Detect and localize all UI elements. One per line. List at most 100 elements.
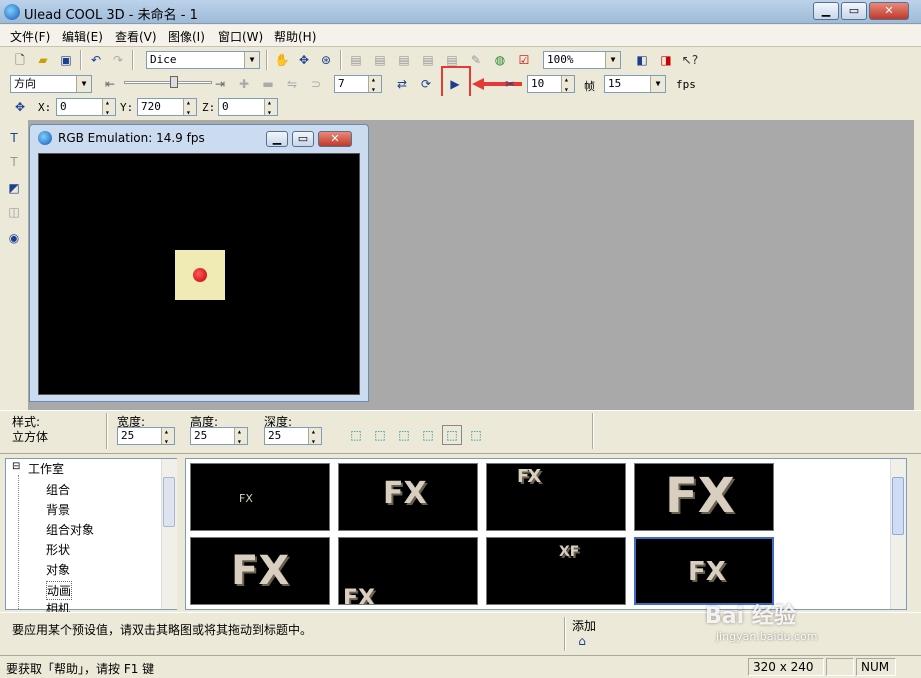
zoom-combo[interactable]: 100% ▼ (543, 51, 621, 69)
status-bar: 要获取「帮助」，请按 F1 键 320 x 240 NUM (0, 655, 921, 678)
depth-spinner[interactable]: 25 (264, 424, 322, 450)
thumb-label: FX (688, 557, 726, 587)
tree-root[interactable]: 工作室 (28, 460, 64, 477)
gallery-icon[interactable]: ◨ (656, 50, 676, 70)
minimize-button[interactable]: ▁ (813, 2, 839, 20)
cube-icon-2[interactable]: ⬚ (370, 425, 390, 445)
add-keyframe-icon[interactable]: ✚ (234, 74, 254, 94)
preset-thumb[interactable]: FX (634, 463, 774, 531)
rotate-spinner[interactable]: 7 (334, 72, 382, 98)
tree-item-group[interactable]: 组合 (46, 481, 70, 498)
direction-combo-value: 方向 (14, 77, 36, 90)
hand-icon[interactable]: ✋ (272, 50, 292, 70)
chevron-down-icon: ▼ (650, 76, 665, 92)
app-icon (4, 4, 20, 20)
menu-window[interactable]: 窗口(W) (218, 28, 263, 45)
preview-close-button[interactable]: ✕ (318, 131, 352, 147)
height-spinner[interactable]: 25 (190, 424, 248, 450)
frame-spinner[interactable]: 10 (527, 72, 575, 98)
gallery-scrollbar[interactable] (890, 459, 906, 609)
menu-edit[interactable]: 编辑(E) (62, 28, 103, 45)
first-frame-icon[interactable]: ⇤ (100, 74, 120, 94)
new-file-icon[interactable]: 🗋 (10, 50, 30, 70)
close-button[interactable]: ✕ (869, 2, 909, 20)
save-icon[interactable]: ▣ (56, 50, 76, 70)
tree-item-shape[interactable]: 形状 (46, 541, 70, 558)
x-spinner[interactable]: 0 (56, 95, 116, 121)
font-combo-value: Dice (150, 53, 177, 66)
stop-icon[interactable]: ✂ (500, 74, 520, 94)
loop-icon[interactable]: ⊃ (306, 74, 326, 94)
align-icon-4[interactable]: ▤ (418, 50, 438, 70)
render-canvas[interactable] (38, 153, 360, 395)
refresh-icon[interactable]: ⟳ (416, 74, 436, 94)
menu-view[interactable]: 查看(V) (115, 28, 157, 45)
tree-item-background[interactable]: 背景 (46, 501, 70, 518)
globe-icon[interactable]: ◍ (490, 50, 510, 70)
direction-combo[interactable]: 方向 ▼ (10, 75, 92, 93)
edit-graphic-icon[interactable]: ◫ (4, 202, 24, 222)
align-icon-2[interactable]: ▤ (370, 50, 390, 70)
cube-icon-3[interactable]: ⬚ (394, 425, 414, 445)
preset-thumb[interactable]: FX (190, 537, 330, 605)
move-icon[interactable]: ✥ (10, 97, 30, 117)
tree-item-group-object[interactable]: 组合对象 (46, 521, 94, 538)
title-bar: Ulead COOL 3D - 未命名 - 1 ▁ ▭ ✕ (0, 0, 921, 24)
edit-text-icon[interactable]: T (4, 152, 24, 172)
align-icon-3[interactable]: ▤ (394, 50, 414, 70)
tree-item-animation[interactable]: 动画 (46, 581, 73, 600)
geometry-icon[interactable]: ◉ (4, 228, 24, 248)
width-value: 25 (121, 429, 135, 442)
add-preset-icon[interactable]: ⌂ (572, 631, 592, 651)
chart-icon[interactable]: ☑ (514, 50, 534, 70)
chevron-down-icon: ▼ (76, 76, 91, 92)
style-value: 立方体 (12, 430, 49, 444)
repeat-icon[interactable]: ⇄ (392, 74, 412, 94)
move-object-icon[interactable]: ✥ (294, 50, 314, 70)
preview-minimize-button[interactable]: ▁ (266, 131, 288, 147)
font-combo[interactable]: Dice ▼ (146, 51, 260, 69)
plugin-icon[interactable]: ◧ (632, 50, 652, 70)
fps-value: 15 (608, 77, 622, 90)
tree-collapse-icon[interactable]: ⊟ (12, 461, 20, 472)
timeline-slider[interactable] (124, 81, 212, 84)
menu-file[interactable]: 文件(F) (10, 28, 50, 45)
preview-maximize-button[interactable]: ▭ (292, 131, 314, 147)
tree-item-object[interactable]: 对象 (46, 561, 70, 578)
align-icon-1[interactable]: ▤ (346, 50, 366, 70)
cube-icon-1[interactable]: ⬚ (346, 425, 366, 445)
menu-help[interactable]: 帮助(H) (274, 28, 316, 45)
y-spinner[interactable]: 720 (137, 95, 197, 121)
maximize-button[interactable]: ▭ (841, 2, 867, 20)
preset-thumb[interactable]: FX (486, 463, 626, 531)
preset-thumb[interactable]: XF (486, 537, 626, 605)
preset-thumb-selected[interactable]: FX (634, 537, 774, 605)
x-value: 0 (60, 100, 67, 113)
cube-icon-4[interactable]: ⬚ (418, 425, 438, 445)
reverse-icon[interactable]: ⇋ (282, 74, 302, 94)
menu-image[interactable]: 图像(I) (168, 28, 205, 45)
remove-keyframe-icon[interactable]: ▬ (258, 74, 278, 94)
last-frame-icon[interactable]: ⇥ (210, 74, 230, 94)
open-folder-icon[interactable]: ▰ (33, 50, 53, 70)
preset-thumb[interactable]: FX (338, 537, 478, 605)
preset-thumb[interactable]: FX (190, 463, 330, 531)
cube-icon-5[interactable]: ⬚ (442, 425, 462, 445)
redo-icon[interactable]: ↷ (108, 50, 128, 70)
width-spinner[interactable]: 25 (117, 424, 175, 450)
tree-scrollbar[interactable] (161, 459, 177, 609)
dice-object[interactable] (175, 250, 225, 300)
cube-icon-6[interactable]: ⬚ (466, 425, 486, 445)
insert-text-icon[interactable]: T (4, 128, 24, 148)
fps-combo[interactable]: 15 ▼ (604, 75, 666, 93)
z-spinner[interactable]: 0 (218, 95, 278, 121)
thumb-label: FX (343, 586, 375, 605)
timeline-slider-thumb[interactable] (170, 76, 178, 88)
preset-thumb[interactable]: FX (338, 463, 478, 531)
dice-dot (193, 268, 207, 282)
rotate-value: 7 (338, 77, 345, 90)
insert-graphic-icon[interactable]: ◩ (4, 178, 24, 198)
help-cursor-icon[interactable]: ↖? (680, 50, 700, 70)
undo-icon[interactable]: ↶ (86, 50, 106, 70)
select-icon[interactable]: ⊛ (316, 50, 336, 70)
